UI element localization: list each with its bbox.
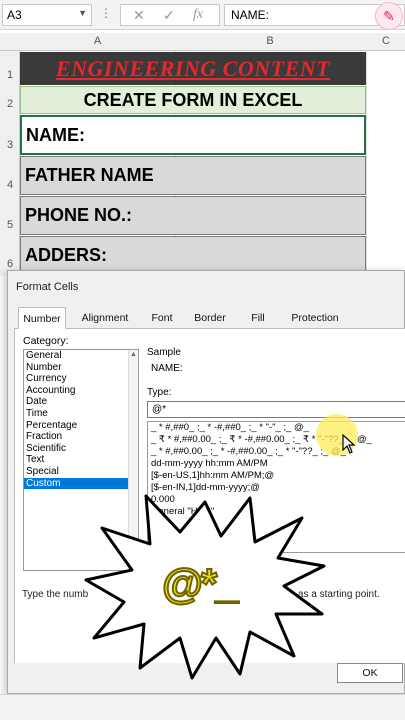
list-item[interactable]: _ ₹ * #,##0.00_ ;_ ₹ * -#,##0.00_ ;_ ₹ *… [148, 434, 405, 446]
category-item[interactable]: General [24, 350, 138, 362]
column-header-c[interactable]: C [366, 35, 405, 47]
dialog-tabs: Number Alignment Font Border Fill Protec… [14, 307, 405, 329]
dialog-title: Format Cells [16, 281, 79, 293]
field-phone-cell[interactable]: PHONE NO.: [20, 196, 366, 235]
type-input[interactable]: @* [147, 401, 405, 418]
gridline [366, 51, 367, 276]
chevron-down-icon[interactable]: ▼ [78, 8, 87, 18]
column-header-a[interactable]: A [20, 35, 175, 47]
row-header-1[interactable]: 1 [0, 69, 20, 81]
status-strip [0, 694, 405, 720]
sheet-subtitle[interactable]: CREATE FORM IN EXCEL [20, 86, 366, 114]
name-box-value: A3 [7, 8, 22, 22]
formula-buttons: ✕ ✓ fx [120, 4, 220, 26]
check-icon[interactable]: ✓ [163, 7, 175, 24]
formula-bar: A3 ▼ ⋮ ✕ ✓ fx NAME: ✎ [0, 0, 405, 30]
hint-text-left: Type the numb [22, 589, 89, 600]
category-item[interactable]: Date [24, 396, 138, 408]
list-item[interactable]: dd-mm-yyyy hh:mm AM/PM [148, 458, 405, 470]
field-address-cell[interactable]: ADDERS: [20, 236, 366, 274]
column-headers: A B C [0, 33, 405, 51]
category-item[interactable]: Percentage [24, 420, 138, 432]
tab-fill[interactable]: Fill [240, 307, 276, 329]
category-item[interactable]: Number [24, 362, 138, 374]
tab-border[interactable]: Border [186, 307, 234, 329]
mouse-pointer-icon [342, 434, 356, 454]
list-item[interactable]: _ * #,##0.00_ ;_ * -#,##0.00_ ;_ * "-"??… [148, 446, 405, 458]
more-icon[interactable]: ⋮ [100, 6, 112, 20]
category-item[interactable]: Accounting [24, 385, 138, 397]
type-label: Type: [147, 387, 172, 398]
sheet-title[interactable]: ENGINEERING CONTENT [20, 52, 366, 85]
category-item[interactable]: Scientific [24, 443, 138, 455]
tab-number[interactable]: Number [18, 307, 66, 329]
column-header-b[interactable]: B [175, 35, 365, 47]
row-header-6[interactable]: 6 [0, 258, 20, 270]
ok-button[interactable]: OK [337, 663, 403, 683]
tab-alignment[interactable]: Alignment [72, 307, 138, 329]
category-item[interactable]: Text [24, 454, 138, 466]
cancel-icon[interactable]: ✕ [133, 7, 145, 24]
tab-font[interactable]: Font [142, 307, 182, 329]
list-item[interactable]: _ * #,##0_ ;_ * -#,##0_ ;_ * "-"_ ;_ @_ [148, 422, 405, 434]
list-item[interactable]: [$-en-US,1]hh:mm AM/PM;@ [148, 470, 405, 482]
scroll-up-icon[interactable]: ▲ [130, 351, 137, 358]
field-father-name-cell[interactable]: FATHER NAME [20, 156, 366, 195]
category-label: Category: [23, 335, 69, 347]
burst-text: @*_ [161, 559, 240, 608]
category-item[interactable]: Time [24, 408, 138, 420]
row-header-5[interactable]: 5 [0, 219, 20, 231]
tab-protection[interactable]: Protection [282, 307, 348, 329]
row-headers: 1 2 3 4 5 6 [0, 51, 20, 276]
category-item[interactable]: Fraction [24, 431, 138, 443]
category-item[interactable]: Special [24, 466, 138, 478]
name-box[interactable]: A3 ▼ [2, 4, 92, 26]
row-header-2[interactable]: 2 [0, 98, 20, 110]
row-header-4[interactable]: 4 [0, 179, 20, 191]
sample-value: NAME: [151, 363, 183, 374]
badge-icon: ✎ [375, 2, 403, 30]
row-header-3[interactable]: 3 [0, 139, 20, 151]
category-item[interactable]: Currency [24, 373, 138, 385]
sample-label: Sample [147, 347, 181, 358]
field-name-cell[interactable]: NAME: [20, 115, 366, 155]
fx-icon[interactable]: fx [193, 7, 203, 23]
